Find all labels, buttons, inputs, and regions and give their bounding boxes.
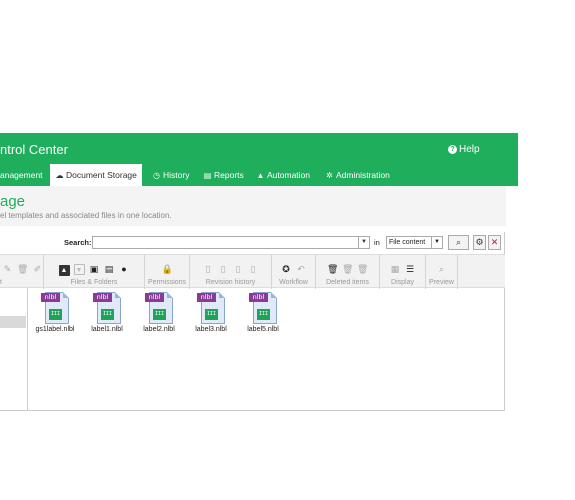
tab-history[interactable]: ◷ History [152,164,189,186]
file-name: label1.nlbl [91,326,123,333]
edit-icon[interactable]: ✎ [2,264,13,275]
search-bar: Search: ▼ in File content ▼ ⌕ ⚙ ✕ [0,232,505,254]
app-header: ntrol Center ? Help anagement ☁ Document S… [0,133,518,186]
workflow-icon[interactable]: ✪ [281,264,292,275]
toolbar-group-workflow: ✪ ↶ Workflow [272,255,316,289]
robot-icon: ▲ [256,171,265,180]
page-title: age [0,193,26,210]
document-storage-panel: Search: ▼ in File content ▼ ⌕ ⚙ ✕ ✎ 🗑 ✐ t … [0,232,505,411]
help-icon: ? [448,145,457,154]
file-name: label2.nlbl [143,326,175,333]
file-item[interactable]: nlbl III label5.nlbl [237,292,289,333]
toolbar-group-label: Permissions [147,279,187,286]
file-item[interactable]: nlbl III label2.nlbl [133,292,185,333]
toolbar-group-deleted-items: 🗑 🗑 🗑 Deleted items [316,255,380,289]
tab-automation[interactable]: ▲ Automation [256,164,310,186]
chevron-down-icon: ▼ [431,237,442,248]
search-label: Search: [64,238,92,247]
page-description: el templates and associated files in one… [0,211,172,220]
delete-icon[interactable]: 🗑 [17,264,28,275]
lock-icon[interactable]: 🔒 [162,264,173,275]
close-icon: ✕ [490,237,499,247]
chevron-down-icon[interactable]: ▼ [358,237,369,248]
file-item[interactable]: nlbl III label1.nlbl [81,292,133,333]
search-button[interactable]: ⌕ [448,235,469,250]
tab-label: Reports [214,170,244,180]
undo-checkout-icon[interactable]: ▯ [233,264,244,275]
page: ntrol Center ? Help anagement ☁ Document S… [0,0,575,500]
file-name: gs1label.nlbl [35,326,75,333]
purge-icon[interactable]: 🗑 [357,264,368,275]
tab-label: Automation [267,170,310,180]
toolbar-group-label: Preview [429,279,454,286]
tab-label: History [163,170,190,180]
tab-label: anagement [0,170,43,180]
toolbar-group-preview: ⌕ Preview [426,255,458,289]
new-folder-icon[interactable]: ▣ [89,264,100,275]
file-item[interactable]: nlbl III gs1label.nlbl [29,292,81,333]
clock-icon: ◷ [153,171,160,180]
gears-icon: ✲ [326,171,333,180]
checkin-icon[interactable]: ▯ [218,264,229,275]
nlbl-file-icon: nlbl III [41,292,69,324]
chart-icon: ▤ [203,171,212,180]
toolbar-group-label: Revision history [205,279,256,286]
folder-tree-selected-item[interactable] [0,316,26,328]
restore-icon[interactable]: 🗑 [342,264,353,275]
nlbl-file-icon: nlbl III [249,292,277,324]
new-file-icon[interactable]: ▤ [104,264,115,275]
toolbar-group-label: t [0,279,2,286]
history-icon[interactable]: ▯ [248,264,259,275]
main-tabs: anagement ☁ Document Storage ◷ History ▤ Re… [0,164,518,186]
tab-label: Administration [336,170,390,180]
recycle-bin-icon[interactable]: 🗑 [327,264,338,275]
search-input[interactable]: ▼ [92,236,370,249]
search-in-label: in [374,238,380,247]
tab-label: Document Storage [66,170,137,180]
toolbar-group-display: ▦ ☰ Display [380,255,426,289]
preview-icon[interactable]: ⌕ [436,264,447,275]
toolbar-group-edit: ✎ 🗑 ✐ t [0,255,44,289]
search-scope-select[interactable]: File content ▼ [386,236,443,249]
nlbl-file-icon: nlbl III [93,292,121,324]
rename-icon[interactable]: ✐ [32,264,43,275]
toolbar-group-label: Deleted items [326,279,369,286]
file-name: label3.nlbl [195,326,227,333]
toolbar-group-label: Files & Folders [70,279,118,286]
checkout-icon[interactable]: ▯ [203,264,214,275]
page-subheader: age el templates and associated files in… [0,186,506,226]
list-view-icon[interactable]: ☰ [405,264,416,275]
toolbar-group-files-folders: ▲ ▼ ▣ ▤ ● Files & Folders [44,255,145,289]
toolbar-group-label: Workflow [279,279,308,286]
upload-icon[interactable]: ▲ [58,265,70,276]
search-scope-value: File content [389,239,426,246]
grid-view-icon[interactable]: ▦ [390,264,401,275]
help-link[interactable]: ? Help [448,144,480,155]
search-settings-button[interactable]: ⚙ [473,235,486,250]
cloud-icon: ☁ [55,171,64,180]
toolbar-group-label: Display [391,279,414,286]
search-icon: ⌕ [455,237,462,247]
clear-search-button[interactable]: ✕ [488,235,501,250]
tab-administration[interactable]: ✲ Administration [325,164,390,186]
toolbar-group-permissions: 🔒 Permissions [145,255,190,289]
help-label: Help [459,144,480,155]
tab-reports[interactable]: ▤ Reports [203,164,244,186]
toolbar-group-revision-history: ▯ ▯ ▯ ▯ Revision history [190,255,272,289]
nlbl-file-icon: nlbl III [145,292,173,324]
toolbar: ✎ 🗑 ✐ t ▲ ▼ ▣ ▤ ● Files & Folders 🔒 Permission… [0,254,505,289]
info-icon[interactable]: ● [119,264,130,275]
gear-icon: ⚙ [475,237,484,247]
workflow-undo-icon[interactable]: ↶ [296,264,307,275]
download-icon[interactable]: ▼ [73,264,85,275]
file-item[interactable]: nlbl III label3.nlbl [185,292,237,333]
nlbl-file-icon: nlbl III [197,292,225,324]
tab-management[interactable]: anagement [0,164,43,186]
app-title: ntrol Center [0,142,68,157]
file-name: label5.nlbl [247,326,279,333]
pane-divider[interactable] [27,288,28,411]
tab-document-storage[interactable]: ☁ Document Storage [50,164,142,186]
